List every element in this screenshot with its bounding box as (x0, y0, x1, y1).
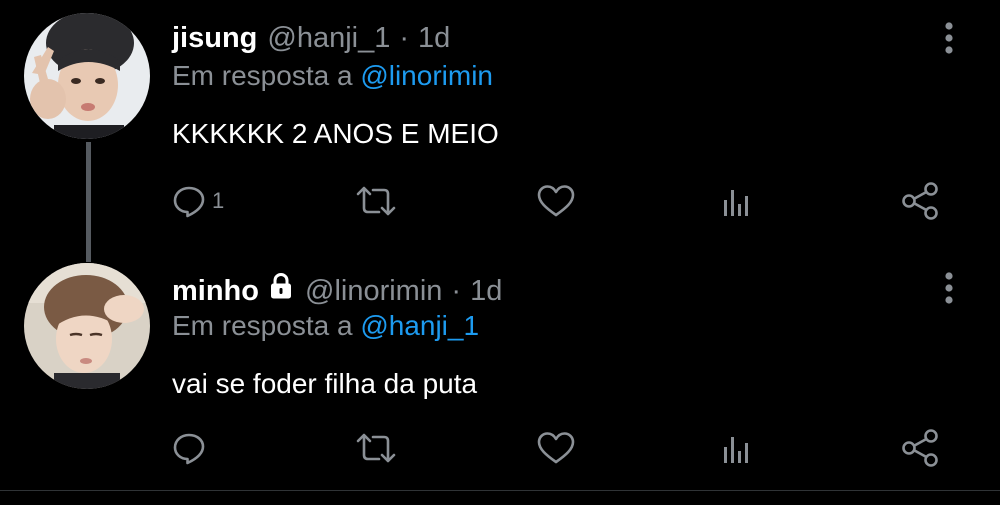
share-button[interactable] (900, 178, 940, 224)
reply-button[interactable] (172, 425, 212, 471)
more-vertical-icon[interactable] (938, 270, 960, 306)
stats-icon (724, 190, 748, 216)
heart-icon (537, 185, 575, 217)
retweet-icon (356, 186, 396, 216)
user-handle[interactable]: @linorimin (305, 275, 442, 308)
timestamp[interactable]: 1d (470, 275, 502, 308)
reply-prefix: Em resposta a (172, 310, 353, 341)
reply-mention-link[interactable]: @linorimin (360, 60, 493, 91)
divider (0, 490, 1000, 491)
like-button[interactable] (536, 178, 576, 224)
retweet-button[interactable] (355, 178, 397, 224)
avatar[interactable] (24, 13, 150, 139)
tweet-actions (0, 425, 1000, 475)
user-handle[interactable]: @hanji_1 (267, 22, 390, 55)
reply-button[interactable]: 1 (172, 178, 224, 224)
separator-dot: · (451, 275, 462, 307)
stats-icon (724, 437, 748, 463)
retweet-button[interactable] (355, 425, 397, 471)
timestamp[interactable]: 1d (418, 22, 450, 55)
tweet-header: minho @linorimin · 1d (172, 272, 502, 308)
reply-icon (173, 433, 205, 465)
avatar[interactable] (24, 263, 150, 389)
reply-count: 1 (212, 188, 225, 213)
share-icon (902, 182, 938, 220)
more-vertical-icon[interactable] (938, 20, 960, 56)
tweet-text: vai se foder filha da puta (172, 368, 478, 399)
lock-icon (271, 272, 291, 299)
tweet[interactable]: minho @linorimin · 1d Em resposta a @han… (0, 250, 1000, 490)
display-name[interactable]: minho (172, 275, 259, 308)
reply-context: Em resposta a @linorimin (172, 60, 493, 92)
share-icon (902, 429, 938, 467)
reply-mention-link[interactable]: @hanji_1 (360, 310, 479, 341)
avatar-photo (24, 263, 150, 389)
retweet-icon (356, 433, 396, 463)
avatar-photo (24, 13, 150, 139)
separator-dot: · (399, 22, 410, 54)
display-name[interactable]: jisung (172, 22, 257, 55)
reply-context: Em resposta a @hanji_1 (172, 310, 479, 342)
analytics-button[interactable] (718, 425, 752, 471)
like-button[interactable] (536, 425, 576, 471)
reply-icon (173, 186, 205, 218)
tweet-actions: 1 (0, 178, 1000, 228)
reply-prefix: Em resposta a (172, 60, 353, 91)
tweet[interactable]: jisung @hanji_1 · 1d Em resposta a @lino… (0, 0, 1000, 262)
heart-icon (537, 432, 575, 464)
tweet-text: KKKKKK 2 ANOS E MEIO (172, 118, 499, 149)
tweet-header: jisung @hanji_1 · 1d (172, 22, 450, 56)
analytics-button[interactable] (718, 178, 752, 224)
share-button[interactable] (900, 425, 940, 471)
